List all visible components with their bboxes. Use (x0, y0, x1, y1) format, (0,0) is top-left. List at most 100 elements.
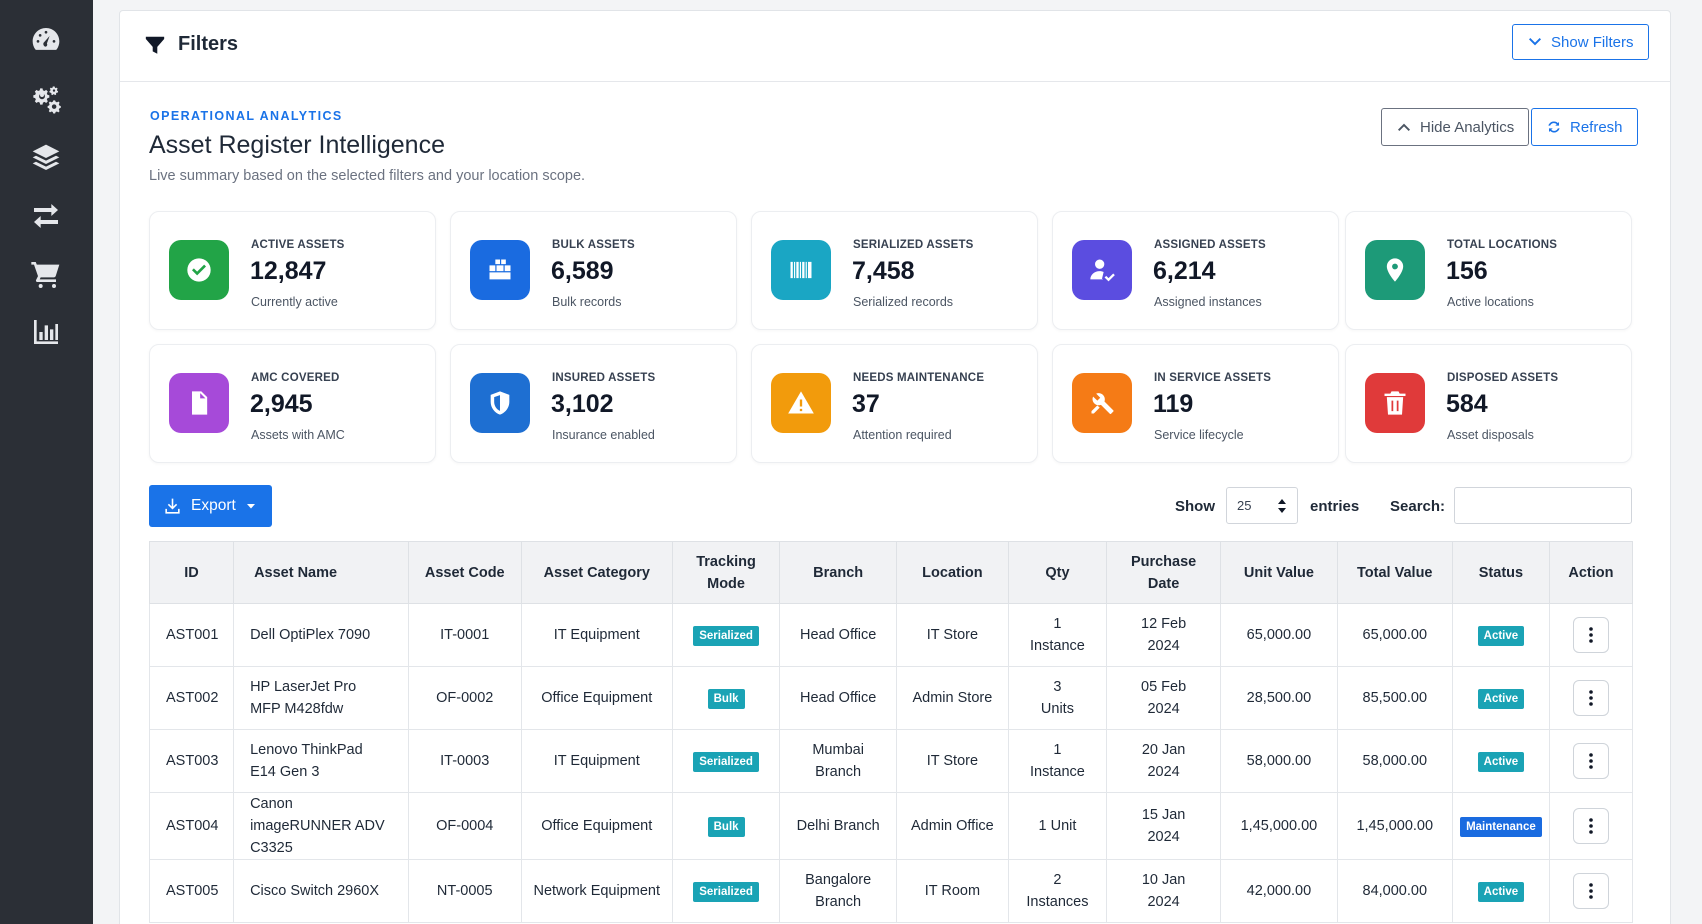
cell-unit-value: 28,500.00 (1220, 666, 1338, 730)
export-label: Export (191, 497, 236, 514)
cell-status: Active (1451, 859, 1550, 923)
page-title: Asset Register Intelligence (149, 131, 445, 159)
table-row[interactable]: AST003 Lenovo ThinkPad E14 Gen 3 IT-0003… (148, 729, 1634, 793)
settings-gears-icon[interactable] (26, 81, 66, 117)
cell-action (1548, 603, 1634, 667)
cell-unit-value: 58,000.00 (1220, 729, 1338, 793)
purchase-date-value: 05 Feb 2024 (1141, 679, 1187, 717)
asset-name-value: Lenovo ThinkPad E14 Gen 3 (250, 742, 363, 780)
export-button[interactable]: Export (149, 485, 272, 527)
cell-tracking-mode: Serialized (671, 859, 781, 923)
layers-icon[interactable] (26, 140, 66, 176)
table-row[interactable]: AST004 Canon imageRUNNER ADV C3325 OF-00… (148, 792, 1634, 860)
tracking-mode-badge: Bulk (707, 689, 745, 709)
sort-caret-icon (1278, 498, 1286, 513)
refresh-label: Refresh (1570, 118, 1623, 136)
kebab-menu-icon (1589, 753, 1593, 769)
stat-value: 2,945 (250, 390, 313, 418)
search-input[interactable] (1454, 487, 1632, 524)
purchase-date-value: 20 Jan 2024 (1141, 742, 1186, 780)
stat-card-disposed-assets[interactable]: DISPOSED ASSETS 584 Asset disposals (1345, 344, 1632, 463)
show-filters-label: Show Filters (1551, 33, 1634, 51)
filters-heading: Filters (144, 33, 238, 56)
stat-card-needs-maintenance[interactable]: NEEDS MAINTENANCE 37 Attention required (751, 344, 1038, 463)
transfer-icon[interactable] (26, 198, 66, 234)
cell-total-value: 84,000.00 (1336, 859, 1453, 923)
column-header-asset-name[interactable]: Asset Name (233, 541, 409, 604)
cell-total-value: 1,45,000.00 (1336, 792, 1453, 860)
cell-total-value: 65,000.00 (1336, 603, 1453, 667)
cell-id: AST003 (148, 729, 235, 793)
stat-card-in-service-assets[interactable]: IN SERVICE ASSETS 119 Service lifecycle (1052, 344, 1339, 463)
chevron-down-icon (1529, 38, 1541, 46)
caret-down-icon (246, 504, 255, 509)
hide-analytics-label: Hide Analytics (1420, 118, 1515, 136)
check-circle-icon (169, 240, 229, 300)
table-header-row: ID Asset Name Asset Code Asset Category … (148, 541, 1634, 604)
map-pin-icon (1365, 240, 1425, 300)
cell-asset-code: IT-0001 (407, 603, 522, 667)
table-row[interactable]: AST001 Dell OptiPlex 7090 IT-0001 IT Equ… (148, 603, 1634, 667)
dashboard-icon[interactable] (26, 22, 66, 58)
row-actions-button[interactable] (1572, 873, 1609, 909)
stat-label: NEEDS MAINTENANCE (853, 372, 985, 384)
row-actions-button[interactable] (1572, 743, 1609, 779)
table-row[interactable]: AST005 Cisco Switch 2960X NT-0005 Networ… (148, 859, 1634, 923)
column-header-asset-code[interactable]: Asset Code (407, 541, 522, 604)
stat-card-insured-assets[interactable]: INSURED ASSETS 3,102 Insurance enabled (450, 344, 737, 463)
filters-bar: Filters Show Filters (120, 11, 1670, 82)
cell-id: AST001 (148, 603, 235, 667)
column-header-action: Action (1548, 541, 1634, 604)
cell-asset-code: OF-0004 (407, 792, 522, 860)
cell-asset-category: IT Equipment (520, 603, 673, 667)
row-actions-button[interactable] (1572, 680, 1609, 716)
column-header-qty[interactable]: Qty (1007, 541, 1107, 604)
cell-purchase-date: 05 Feb 2024 (1105, 666, 1222, 730)
stat-value: 37 (852, 390, 880, 418)
column-header-asset-category[interactable]: Asset Category (520, 541, 673, 604)
cell-asset-code: IT-0003 (407, 729, 522, 793)
column-header-location[interactable]: Location (895, 541, 1009, 604)
column-header-total-value[interactable]: Total Value (1336, 541, 1453, 604)
stat-card-bulk-assets[interactable]: BULK ASSETS 6,589 Bulk records (450, 211, 737, 330)
stat-caption: Currently active (251, 295, 338, 309)
cart-icon[interactable] (26, 256, 66, 292)
asset-name-value: HP LaserJet Pro MFP M428fdw (250, 679, 357, 717)
column-header-tracking-mode[interactable]: Tracking Mode (671, 541, 781, 604)
stat-card-assigned-assets[interactable]: ASSIGNED ASSETS 6,214 Assigned instances (1052, 211, 1339, 330)
stat-label: IN SERVICE ASSETS (1154, 372, 1272, 384)
row-actions-button[interactable] (1572, 808, 1609, 844)
column-header-branch[interactable]: Branch (779, 541, 897, 604)
stat-card-active-assets[interactable]: ACTIVE ASSETS 12,847 Currently active (149, 211, 436, 330)
column-header-status[interactable]: Status (1451, 541, 1550, 604)
kebab-menu-icon (1589, 690, 1593, 706)
tracking-mode-badge: Serialized (693, 882, 759, 902)
cell-total-value: 58,000.00 (1336, 729, 1453, 793)
analytics-eyebrow: OPERATIONAL ANALYTICS (150, 109, 343, 123)
column-header-unit-value[interactable]: Unit Value (1220, 541, 1338, 604)
stat-card-total-locations[interactable]: TOTAL LOCATIONS 156 Active locations (1345, 211, 1632, 330)
hide-analytics-button[interactable]: Hide Analytics (1381, 108, 1530, 146)
column-header-tracking-mode-label: Tracking Mode (696, 553, 756, 592)
purchase-date-value: 10 Jan 2024 (1141, 872, 1186, 910)
cell-qty: 1 Unit (1007, 792, 1107, 860)
table-row[interactable]: AST002 HP LaserJet Pro MFP M428fdw OF-00… (148, 666, 1634, 730)
cell-qty: 2 Instances (1007, 859, 1107, 923)
cell-unit-value: 65,000.00 (1220, 603, 1338, 667)
page-size-value: 25 (1237, 498, 1252, 513)
qty-value: 3 Units (1040, 679, 1074, 717)
refresh-button[interactable]: Refresh (1531, 108, 1638, 146)
stat-card-amc-covered[interactable]: AMC COVERED 2,945 Assets with AMC (149, 344, 436, 463)
column-header-id[interactable]: ID (148, 541, 235, 604)
stat-card-serialized-assets[interactable]: SERIALIZED ASSETS 7,458 Serialized recor… (751, 211, 1038, 330)
chart-icon[interactable] (26, 314, 66, 350)
page-size-select[interactable]: 25 (1226, 487, 1298, 524)
cell-purchase-date: 20 Jan 2024 (1105, 729, 1222, 793)
chevron-up-icon (1398, 123, 1410, 131)
show-filters-button[interactable]: Show Filters (1512, 24, 1649, 60)
cell-asset-code: NT-0005 (407, 859, 522, 923)
row-actions-button[interactable] (1572, 617, 1609, 653)
stat-caption: Service lifecycle (1154, 428, 1244, 442)
column-header-purchase-date[interactable]: Purchase Date (1105, 541, 1222, 604)
boxes-icon (470, 240, 530, 300)
